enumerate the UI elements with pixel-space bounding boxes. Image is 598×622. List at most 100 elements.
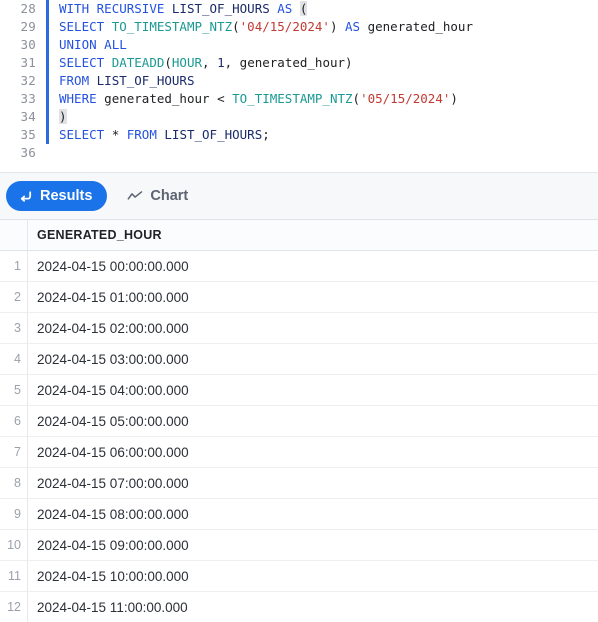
table-row[interactable]: 1 2024-04-15 00:00:00.000 [0,251,598,282]
code-token: TO_TIMESTAMP_NTZ [232,91,353,106]
code-line[interactable]: 36 [0,144,598,162]
code-token: LIST_OF_HOURS [96,73,195,88]
table-row[interactable]: 5 2024-04-15 04:00:00.000 [0,375,598,406]
tab-results[interactable]: Results [6,181,108,211]
table-row[interactable]: 2 2024-04-15 01:00:00.000 [0,282,598,313]
line-number: 34 [20,109,36,124]
code-token: DATEADD [111,55,165,70]
code-token: ( [352,91,361,106]
code-line[interactable]: 34) [0,108,598,126]
row-number: 8 [0,468,28,498]
code-line[interactable]: 31 SELECT DATEADD(HOUR, 1, generated_hour… [0,54,598,72]
table-cell-generated-hour[interactable]: 2024-04-15 06:00:00.000 [28,437,598,467]
row-number: 3 [0,313,28,343]
code-token: SELECT [59,19,105,34]
table-row[interactable]: 12 2024-04-15 11:00:00.000 [0,592,598,622]
results-body[interactable]: 1 2024-04-15 00:00:00.000 2 2024-04-15 01:0… [0,251,598,622]
code-token: AS [345,19,361,34]
code-token: AS [277,1,293,16]
code-token: generated_hour [239,55,346,70]
row-number: 12 [0,592,28,622]
table-row[interactable]: 6 2024-04-15 05:00:00.000 [0,406,598,437]
table-cell-generated-hour[interactable]: 2024-04-15 04:00:00.000 [28,375,598,405]
table-row[interactable]: 8 2024-04-15 07:00:00.000 [0,468,598,499]
code-token: SELECT [59,55,105,70]
table-cell-generated-hour[interactable]: 2024-04-15 09:00:00.000 [28,530,598,560]
code-line[interactable]: 35 SELECT * FROM LIST_OF_HOURS; [0,126,598,144]
code-token: FROM [126,127,157,142]
active-statement-marker [46,18,49,36]
active-statement-marker [46,126,49,144]
code-token: WHERE [59,91,97,106]
code-token: 1 [217,55,225,70]
code-token: UNION [59,37,97,52]
code-line[interactable]: 33 WHERE generated_hour < TO_TIMESTAMP_NT… [0,90,598,108]
code-text: WITH RECURSIVE LIST_OF_HOURS AS ( [59,0,308,18]
code-line-list[interactable]: 28 WITH RECURSIVE LIST_OF_HOURS AS (29 SEL… [0,0,598,162]
row-number: 5 [0,375,28,405]
code-text: WHERE generated_hour < TO_TIMESTAMP_NTZ(… [59,90,458,108]
code-line[interactable]: 32 FROM LIST_OF_HOURS [0,72,598,90]
code-token: ) [450,91,458,106]
sql-editor[interactable]: 28 WITH RECURSIVE LIST_OF_HOURS AS (29 SEL… [0,0,598,173]
active-statement-marker [46,108,49,126]
code-token: SELECT [59,127,105,142]
table-row[interactable]: 10 2024-04-15 09:00:00.000 [0,530,598,561]
row-number: 9 [0,499,28,529]
active-statement-marker [46,144,49,162]
code-text: UNION ALL [59,36,127,54]
row-number: 4 [0,344,28,374]
table-cell-generated-hour[interactable]: 2024-04-15 11:00:00.000 [28,592,598,622]
results-toolbar: Results Chart [0,173,598,220]
table-cell-generated-hour[interactable]: 2024-04-15 08:00:00.000 [28,499,598,529]
arrow-return-icon [18,189,33,204]
table-cell-generated-hour[interactable]: 2024-04-15 00:00:00.000 [28,251,598,281]
table-row[interactable]: 9 2024-04-15 08:00:00.000 [0,499,598,530]
code-token: ALL [104,37,127,52]
code-line[interactable]: 29 SELECT TO_TIMESTAMP_NTZ('04/15/2024') … [0,18,598,36]
active-statement-marker [46,72,49,90]
line-number: 32 [20,73,36,88]
code-text: SELECT TO_TIMESTAMP_NTZ('04/15/2024') AS… [59,18,473,36]
line-number: 31 [20,55,36,70]
line-number: 29 [20,19,36,34]
table-cell-generated-hour[interactable]: 2024-04-15 05:00:00.000 [28,406,598,436]
code-token: RECURSIVE [96,1,165,16]
code-text: SELECT * FROM LIST_OF_HOURS; [59,126,270,144]
results-grid[interactable]: GENERATED_HOUR 1 2024-04-15 00:00:00.000 2… [0,220,598,622]
tab-results-label: Results [40,188,93,204]
row-number-header [0,220,28,250]
code-token: ) [345,55,353,70]
table-cell-generated-hour[interactable]: 2024-04-15 10:00:00.000 [28,561,598,591]
tab-chart[interactable]: Chart [115,181,203,211]
code-line[interactable]: 30 UNION ALL [0,36,598,54]
table-cell-generated-hour[interactable]: 2024-04-15 01:00:00.000 [28,282,598,312]
line-number: 35 [20,127,36,142]
table-cell-generated-hour[interactable]: 2024-04-15 02:00:00.000 [28,313,598,343]
tab-chart-label: Chart [150,188,189,204]
table-row[interactable]: 7 2024-04-15 06:00:00.000 [0,437,598,468]
row-number: 6 [0,406,28,436]
table-cell-generated-hour[interactable]: 2024-04-15 07:00:00.000 [28,468,598,498]
code-line[interactable]: 28 WITH RECURSIVE LIST_OF_HOURS AS ( [0,0,598,18]
code-token: ( [232,19,240,34]
table-row[interactable]: 3 2024-04-15 02:00:00.000 [0,313,598,344]
column-header-generated-hour[interactable]: GENERATED_HOUR [28,220,598,250]
active-statement-marker [46,0,49,18]
row-number: 2 [0,282,28,312]
results-header-row: GENERATED_HOUR [0,220,598,251]
table-cell-generated-hour[interactable]: 2024-04-15 03:00:00.000 [28,344,598,374]
code-token: '05/15/2024' [360,91,451,106]
code-token: LIST_OF_HOURS [164,127,263,142]
table-row[interactable]: 11 2024-04-15 10:00:00.000 [0,561,598,592]
code-token: ) [59,109,67,124]
row-number: 7 [0,437,28,467]
table-row[interactable]: 4 2024-04-15 03:00:00.000 [0,344,598,375]
